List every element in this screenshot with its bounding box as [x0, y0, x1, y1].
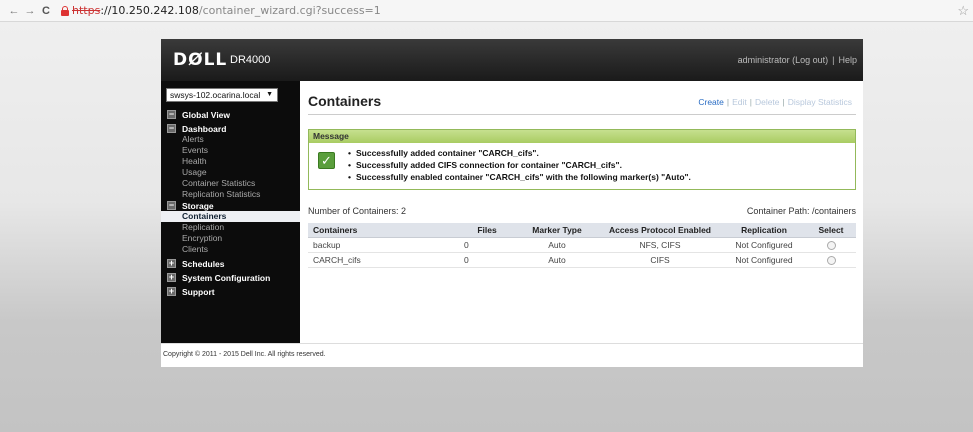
- help-link[interactable]: Help: [838, 55, 857, 65]
- container-path: Container Path: /containers: [746, 206, 856, 216]
- sidebar-item-container-statistics[interactable]: Container Statistics: [161, 178, 300, 189]
- nav-section-label: Global View: [182, 109, 231, 120]
- select-cell: [806, 237, 856, 253]
- host-select-value: swsys-102.ocarina.local: [170, 90, 261, 100]
- insecure-lock-icon: [60, 5, 70, 16]
- nav-section-storage[interactable]: − Storage: [161, 200, 300, 211]
- column-header-files[interactable]: Files: [458, 223, 516, 238]
- column-header-replication[interactable]: Replication: [722, 223, 806, 238]
- sidebar-item-encryption[interactable]: Encryption: [161, 233, 300, 244]
- back-icon[interactable]: ←: [6, 5, 22, 17]
- bookmark-star-icon[interactable]: ☆: [957, 3, 969, 19]
- marker-type: Auto: [516, 237, 598, 253]
- main-content: Containers Create | Edit | Delete | Display St…: [300, 81, 863, 343]
- message-heading: Message: [309, 130, 855, 143]
- nav-section-support[interactable]: + Support: [161, 286, 300, 297]
- action-separator: |: [726, 97, 730, 107]
- nav-section-schedules[interactable]: + Schedules: [161, 258, 300, 269]
- container-count: Number of Containers: 2: [308, 206, 407, 216]
- url-path: /container_wizard.cgi?success=1: [198, 4, 381, 17]
- expand-icon: +: [167, 272, 176, 282]
- nav-section-label: Support: [182, 286, 215, 297]
- action-separator: |: [749, 97, 752, 107]
- collapse-icon: −: [167, 123, 176, 133]
- message-list: Successfully added container "CARCH_cifs…: [348, 147, 691, 183]
- sidebar-item-events[interactable]: Events: [161, 145, 300, 156]
- edit-link[interactable]: Edit: [732, 97, 747, 107]
- access-protocol: CIFS: [598, 252, 722, 268]
- app-window: DØLL DR4000 administrator (Log out) | Help…: [161, 39, 863, 367]
- message-line: Successfully added container "CARCH_cifs…: [348, 147, 691, 159]
- access-protocol: NFS, CIFS: [598, 237, 722, 253]
- column-header-containers[interactable]: Containers: [308, 223, 458, 238]
- host-select[interactable]: swsys-102.ocarina.local ▼: [166, 88, 278, 102]
- nav-section-global-view[interactable]: − Global View: [161, 109, 300, 120]
- marker-type: Auto: [516, 252, 598, 268]
- column-header-marker-type[interactable]: Marker Type: [516, 223, 598, 238]
- sidebar-item-usage[interactable]: Usage: [161, 167, 300, 178]
- sidebar-item-health[interactable]: Health: [161, 156, 300, 167]
- nav-section-system-configuration[interactable]: + System Configuration: [161, 272, 300, 283]
- expand-icon: +: [167, 286, 176, 296]
- header-links: administrator (Log out) | Help: [738, 55, 857, 65]
- action-separator: |: [782, 97, 785, 107]
- sidebar: swsys-102.ocarina.local ▼ − Global View …: [161, 81, 300, 343]
- files-count: 0: [458, 252, 516, 268]
- table-row: CARCH_cifs 0 Auto CIFS Not Configured: [308, 252, 856, 268]
- table-header-row: Containers Files Marker Type Access Prot…: [308, 223, 856, 238]
- message-line: Successfully added CIFS connection for c…: [348, 159, 691, 171]
- sidebar-item-clients[interactable]: Clients: [161, 244, 300, 255]
- table-row: backup 0 Auto NFS, CIFS Not Configured: [308, 237, 856, 253]
- container-actions: Create | Edit | Delete | Display Statistics: [698, 97, 852, 107]
- nav-section-label: System Configuration: [182, 272, 271, 283]
- nav-section-label: Storage: [182, 200, 214, 211]
- containers-table: Containers Files Marker Type Access Prot…: [308, 223, 856, 268]
- title-divider: [308, 114, 856, 115]
- nav-section-dashboard[interactable]: − Dashboard: [161, 123, 300, 134]
- create-link[interactable]: Create: [698, 97, 724, 107]
- expand-icon: +: [167, 258, 176, 268]
- sidebar-nav: − Global View − Dashboard Alerts Events …: [161, 109, 300, 297]
- select-radio[interactable]: [826, 240, 836, 250]
- container-name: backup: [308, 237, 458, 253]
- app-header: DØLL DR4000 administrator (Log out) | Help: [161, 39, 863, 81]
- sidebar-item-replication-statistics[interactable]: Replication Statistics: [161, 189, 300, 200]
- success-message-box: Message ✓ Successfully added container "…: [308, 129, 856, 190]
- dell-logo: DØLL: [173, 50, 228, 70]
- column-header-access-protocol[interactable]: Access Protocol Enabled: [598, 223, 722, 238]
- collapse-icon: −: [167, 200, 176, 210]
- header-separator: |: [832, 55, 835, 65]
- replication-status: Not Configured: [722, 237, 806, 253]
- files-count: 0: [458, 237, 516, 253]
- reload-icon[interactable]: C: [38, 5, 54, 17]
- column-header-select: Select: [806, 223, 856, 238]
- check-icon: ✓: [318, 152, 335, 169]
- browser-toolbar: ← → C https ://10.250.242.108 /container…: [0, 0, 973, 22]
- container-name: CARCH_cifs: [308, 252, 458, 268]
- replication-status: Not Configured: [722, 252, 806, 268]
- sidebar-item-containers[interactable]: Containers: [161, 211, 300, 222]
- sidebar-item-alerts[interactable]: Alerts: [161, 134, 300, 145]
- display-statistics-link[interactable]: Display Statistics: [788, 97, 852, 107]
- nav-section-label: Schedules: [182, 258, 225, 269]
- collapse-icon: −: [167, 109, 176, 119]
- delete-link[interactable]: Delete: [755, 97, 780, 107]
- message-line: Successfully enabled container "CARCH_ci…: [348, 171, 691, 183]
- sidebar-item-replication[interactable]: Replication: [161, 222, 300, 233]
- footer-copyright: Copyright © 2011 - 2015 Dell Inc. All ri…: [161, 343, 863, 367]
- forward-icon[interactable]: →: [22, 5, 38, 17]
- product-name: DR4000: [230, 54, 271, 66]
- nav-section-label: Dashboard: [182, 123, 227, 134]
- chevron-down-icon: ▼: [266, 91, 273, 98]
- select-radio[interactable]: [826, 255, 836, 265]
- address-bar[interactable]: https ://10.250.242.108 /container_wizar…: [60, 2, 381, 20]
- url-host: ://10.250.242.108: [100, 4, 199, 17]
- url-scheme: https: [72, 4, 101, 17]
- logout-link[interactable]: administrator (Log out): [738, 55, 829, 65]
- page-title: Containers: [308, 93, 382, 109]
- select-cell: [806, 252, 856, 268]
